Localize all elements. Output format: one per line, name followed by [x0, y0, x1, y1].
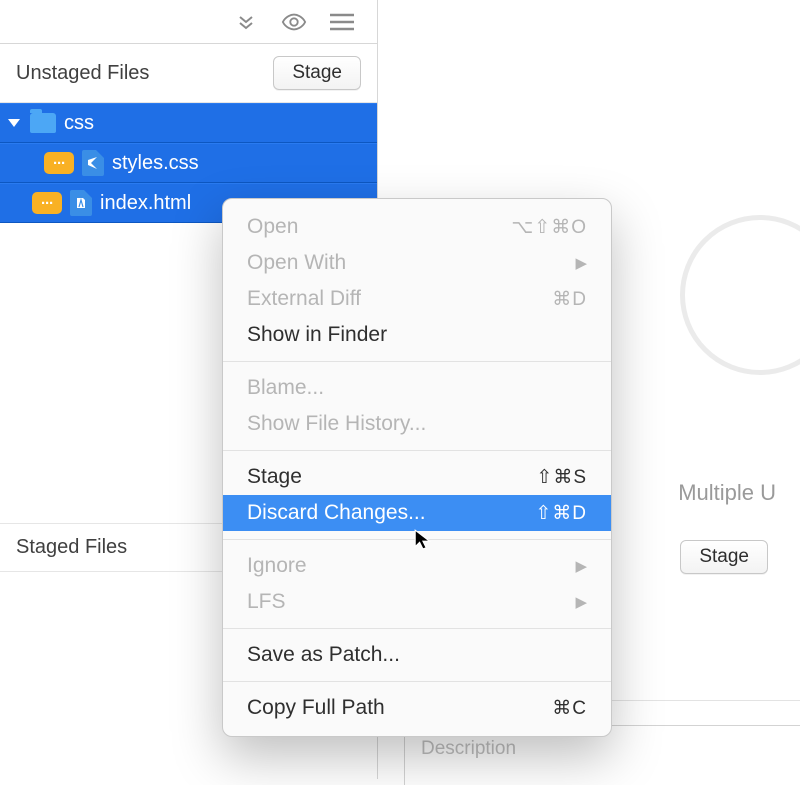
menu-item-show-in-finder[interactable]: Show in Finder [223, 317, 611, 353]
menu-item-shortcut: ⌘C [552, 697, 587, 720]
menu-item-shortcut: ⌥⇧⌘O [511, 216, 587, 239]
menu-separator [223, 539, 611, 540]
menu-item-shortcut: ⇧⌘S [536, 466, 587, 489]
status-badge: ··· [32, 192, 62, 214]
menu-item-copy-full-path[interactable]: Copy Full Path ⌘C [223, 690, 611, 726]
menu-item-open: Open ⌥⇧⌘O [223, 209, 611, 245]
menu-item-open-with: Open With ▶ [223, 245, 611, 281]
menu-item-ignore: Ignore ▶ [223, 548, 611, 584]
submenu-arrow-icon: ▶ [575, 557, 587, 575]
folder-icon [30, 113, 56, 133]
file-icon [82, 150, 104, 176]
context-menu: Open ⌥⇧⌘O Open With ▶ External Diff ⌘D Show in… [222, 198, 612, 737]
stage-button[interactable]: Stage [680, 540, 768, 574]
chevrons-down-icon[interactable] [233, 9, 259, 35]
menu-separator [223, 681, 611, 682]
menu-separator [223, 361, 611, 362]
stage-button[interactable]: Stage [273, 56, 361, 90]
menu-icon[interactable] [329, 9, 355, 35]
menu-item-label: Show File History... [247, 412, 426, 436]
menu-item-label: Save as Patch... [247, 643, 400, 667]
menu-item-label: Ignore [247, 554, 307, 578]
unstaged-label: Unstaged Files [16, 62, 149, 85]
unstaged-section-header: Unstaged Files Stage [0, 44, 377, 103]
file-icon [70, 190, 92, 216]
menu-item-discard-changes[interactable]: Discard Changes... ⇧⌘D [223, 495, 611, 531]
sidebar-toolbar [0, 0, 377, 44]
menu-item-label: Stage [247, 465, 302, 489]
menu-item-show-file-history: Show File History... [223, 406, 611, 442]
menu-item-label: Show in Finder [247, 323, 387, 347]
menu-item-stage[interactable]: Stage ⇧⌘S [223, 459, 611, 495]
menu-separator [223, 628, 611, 629]
menu-item-shortcut: ⇧⌘D [535, 502, 587, 525]
menu-item-label: Copy Full Path [247, 696, 385, 720]
tree-file-row[interactable]: ··· styles.css [0, 143, 377, 183]
menu-item-external-diff: External Diff ⌘D [223, 281, 611, 317]
menu-item-label: Open [247, 215, 298, 239]
multiple-selection-label: Multiple U [678, 480, 776, 506]
menu-separator [223, 450, 611, 451]
tree-file-label: styles.css [112, 152, 199, 175]
menu-item-save-as-patch[interactable]: Save as Patch... [223, 637, 611, 673]
tree-folder-label: css [64, 112, 94, 135]
disclosure-triangle-icon[interactable] [8, 119, 20, 127]
placeholder-circle-icon [680, 215, 800, 375]
menu-item-label: External Diff [247, 287, 361, 311]
menu-item-shortcut: ⌘D [552, 288, 587, 311]
menu-item-label: Open With [247, 251, 346, 275]
submenu-arrow-icon: ▶ [575, 593, 587, 611]
status-badge: ··· [44, 152, 74, 174]
submenu-arrow-icon: ▶ [575, 254, 587, 272]
menu-item-label: Blame... [247, 376, 324, 400]
staged-label: Staged Files [16, 536, 127, 559]
menu-item-label: Discard Changes... [247, 501, 426, 525]
eye-icon[interactable] [281, 9, 307, 35]
menu-item-label: LFS [247, 590, 286, 614]
menu-item-lfs: LFS ▶ [223, 584, 611, 620]
tree-file-label: index.html [100, 192, 191, 215]
menu-item-blame: Blame... [223, 370, 611, 406]
tree-folder-row[interactable]: css [0, 103, 377, 143]
